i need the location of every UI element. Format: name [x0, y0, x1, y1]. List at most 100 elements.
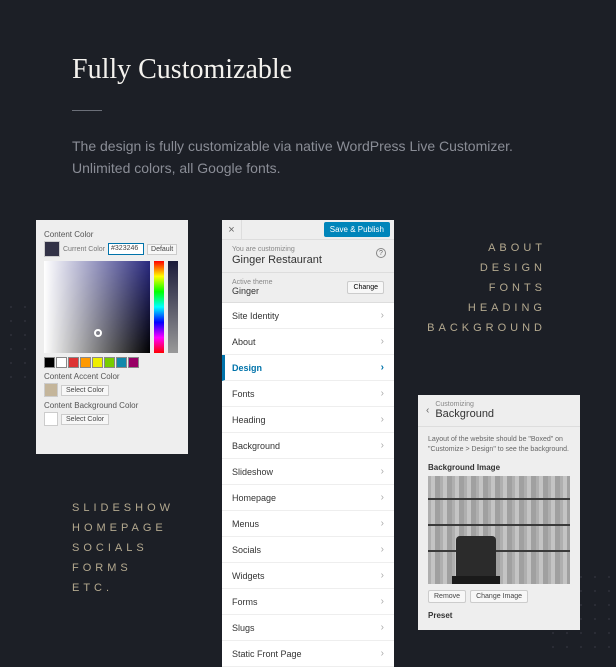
alpha-slider[interactable]: [168, 261, 178, 353]
page-description: The design is fully customizable via nat…: [72, 135, 544, 180]
content-color-label: Content Color: [44, 230, 180, 239]
swatch[interactable]: [80, 357, 91, 368]
section-label: Forms: [232, 597, 258, 607]
chevron-right-icon: ›: [381, 388, 384, 399]
shelf-line: [428, 524, 570, 526]
chevron-right-icon: ›: [381, 648, 384, 659]
customizing-label: Customizing: [435, 401, 494, 408]
you-are-label: You are customizing: [232, 246, 384, 253]
list-item: ETC.: [72, 578, 174, 598]
close-button[interactable]: ×: [222, 220, 242, 240]
remove-button[interactable]: Remove: [428, 590, 466, 603]
color-picker-panel: Content Color Current Color #323246 Defa…: [36, 220, 188, 454]
chevron-right-icon: ›: [381, 544, 384, 555]
bg-color-label: Content Background Color: [44, 401, 180, 410]
select-color-button[interactable]: Select Color: [61, 385, 109, 396]
customizer-section-heading[interactable]: Heading ›: [222, 407, 394, 433]
color-handle[interactable]: [94, 329, 102, 337]
list-item: FORMS: [72, 558, 174, 578]
color-field[interactable]: [44, 261, 150, 353]
chevron-right-icon: ›: [381, 414, 384, 425]
section-label: Slideshow: [232, 467, 273, 477]
customizer-section-widgets[interactable]: Widgets ›: [222, 563, 394, 589]
section-label: Socials: [232, 545, 261, 555]
select-color-button[interactable]: Select Color: [61, 414, 109, 425]
shelf-line: [428, 550, 570, 552]
chevron-right-icon: ›: [381, 492, 384, 503]
customizer-section-homepage[interactable]: Homepage ›: [222, 485, 394, 511]
bg-image-preview[interactable]: [428, 476, 570, 584]
hex-input[interactable]: #323246: [108, 243, 144, 255]
swatch[interactable]: [104, 357, 115, 368]
chevron-right-icon: ›: [381, 622, 384, 633]
section-label: Menus: [232, 519, 259, 529]
active-theme-label: Active theme: [232, 279, 272, 286]
current-color-swatch[interactable]: [44, 241, 60, 257]
help-icon[interactable]: ?: [376, 248, 386, 258]
chevron-right-icon: ›: [381, 362, 384, 373]
feature-list-left: SLIDESHOW HOMEPAGE SOCIALS FORMS ETC.: [72, 498, 174, 598]
change-theme-button[interactable]: Change: [347, 281, 384, 294]
chair-shape: [456, 536, 496, 584]
section-label: Fonts: [232, 389, 255, 399]
customizer-section-site-identity[interactable]: Site Identity ›: [222, 303, 394, 329]
customizer-section-static-front-page[interactable]: Static Front Page ›: [222, 641, 394, 667]
customizer-section-slideshow[interactable]: Slideshow ›: [222, 459, 394, 485]
list-item: HEADING: [427, 298, 546, 318]
list-item: SOCIALS: [72, 538, 174, 558]
chevron-right-icon: ›: [381, 310, 384, 321]
customizer-section-background[interactable]: Background ›: [222, 433, 394, 459]
section-note: Layout of the website should be "Boxed" …: [418, 427, 580, 463]
preset-swatches: [44, 357, 180, 368]
accent-color-label: Content Accent Color: [44, 372, 180, 381]
chevron-right-icon: ›: [381, 596, 384, 607]
section-label: About: [232, 337, 256, 347]
accent-swatch[interactable]: [44, 383, 58, 397]
change-image-button[interactable]: Change Image: [470, 590, 528, 603]
back-button[interactable]: ‹: [426, 405, 429, 416]
customizer-section-socials[interactable]: Socials ›: [222, 537, 394, 563]
chevron-right-icon: ›: [381, 570, 384, 581]
preset-label: Preset: [418, 607, 580, 620]
chevron-right-icon: ›: [381, 466, 384, 477]
customizer-nav-panel: × Save & Publish You are customizing Gin…: [222, 220, 394, 667]
list-item: HOMEPAGE: [72, 518, 174, 538]
customizer-section-about[interactable]: About ›: [222, 329, 394, 355]
swatch[interactable]: [128, 357, 139, 368]
list-item: DESIGN: [427, 258, 546, 278]
section-label: Widgets: [232, 571, 265, 581]
feature-list-right: ABOUT DESIGN FONTS HEADING BACKGROUND: [427, 238, 546, 338]
list-item: FONTS: [427, 278, 546, 298]
bg-image-label: Background Image: [418, 463, 580, 476]
chevron-right-icon: ›: [381, 440, 384, 451]
swatch[interactable]: [68, 357, 79, 368]
customizer-section-fonts[interactable]: Fonts ›: [222, 381, 394, 407]
section-title: Background: [435, 408, 494, 420]
list-item: BACKGROUND: [427, 318, 546, 338]
chevron-right-icon: ›: [381, 336, 384, 347]
hue-slider[interactable]: [154, 261, 164, 353]
hero: Fully Customizable The design is fully c…: [0, 0, 616, 180]
section-label: Background: [232, 441, 280, 451]
bg-swatch[interactable]: [44, 412, 58, 426]
customizer-site-title: Ginger Restaurant: [232, 254, 384, 266]
save-publish-button[interactable]: Save & Publish: [324, 222, 390, 237]
background-panel: ‹ Customizing Background Layout of the w…: [418, 395, 580, 630]
default-button[interactable]: Default: [147, 244, 177, 255]
section-label: Site Identity: [232, 311, 279, 321]
list-item: SLIDESHOW: [72, 498, 174, 518]
swatch[interactable]: [92, 357, 103, 368]
customizer-section-menus[interactable]: Menus›: [222, 511, 394, 537]
section-label: Design: [232, 363, 262, 373]
customizer-section-design[interactable]: Design ›: [222, 355, 394, 381]
section-label: Static Front Page: [232, 649, 302, 659]
swatch[interactable]: [56, 357, 67, 368]
section-label: Heading: [232, 415, 266, 425]
page-title: Fully Customizable: [72, 54, 544, 86]
customizer-section-forms[interactable]: Forms ›: [222, 589, 394, 615]
swatch[interactable]: [116, 357, 127, 368]
swatch[interactable]: [44, 357, 55, 368]
shelf-line: [428, 498, 570, 500]
customizer-section-slugs[interactable]: Slugs›: [222, 615, 394, 641]
section-label: Homepage: [232, 493, 276, 503]
